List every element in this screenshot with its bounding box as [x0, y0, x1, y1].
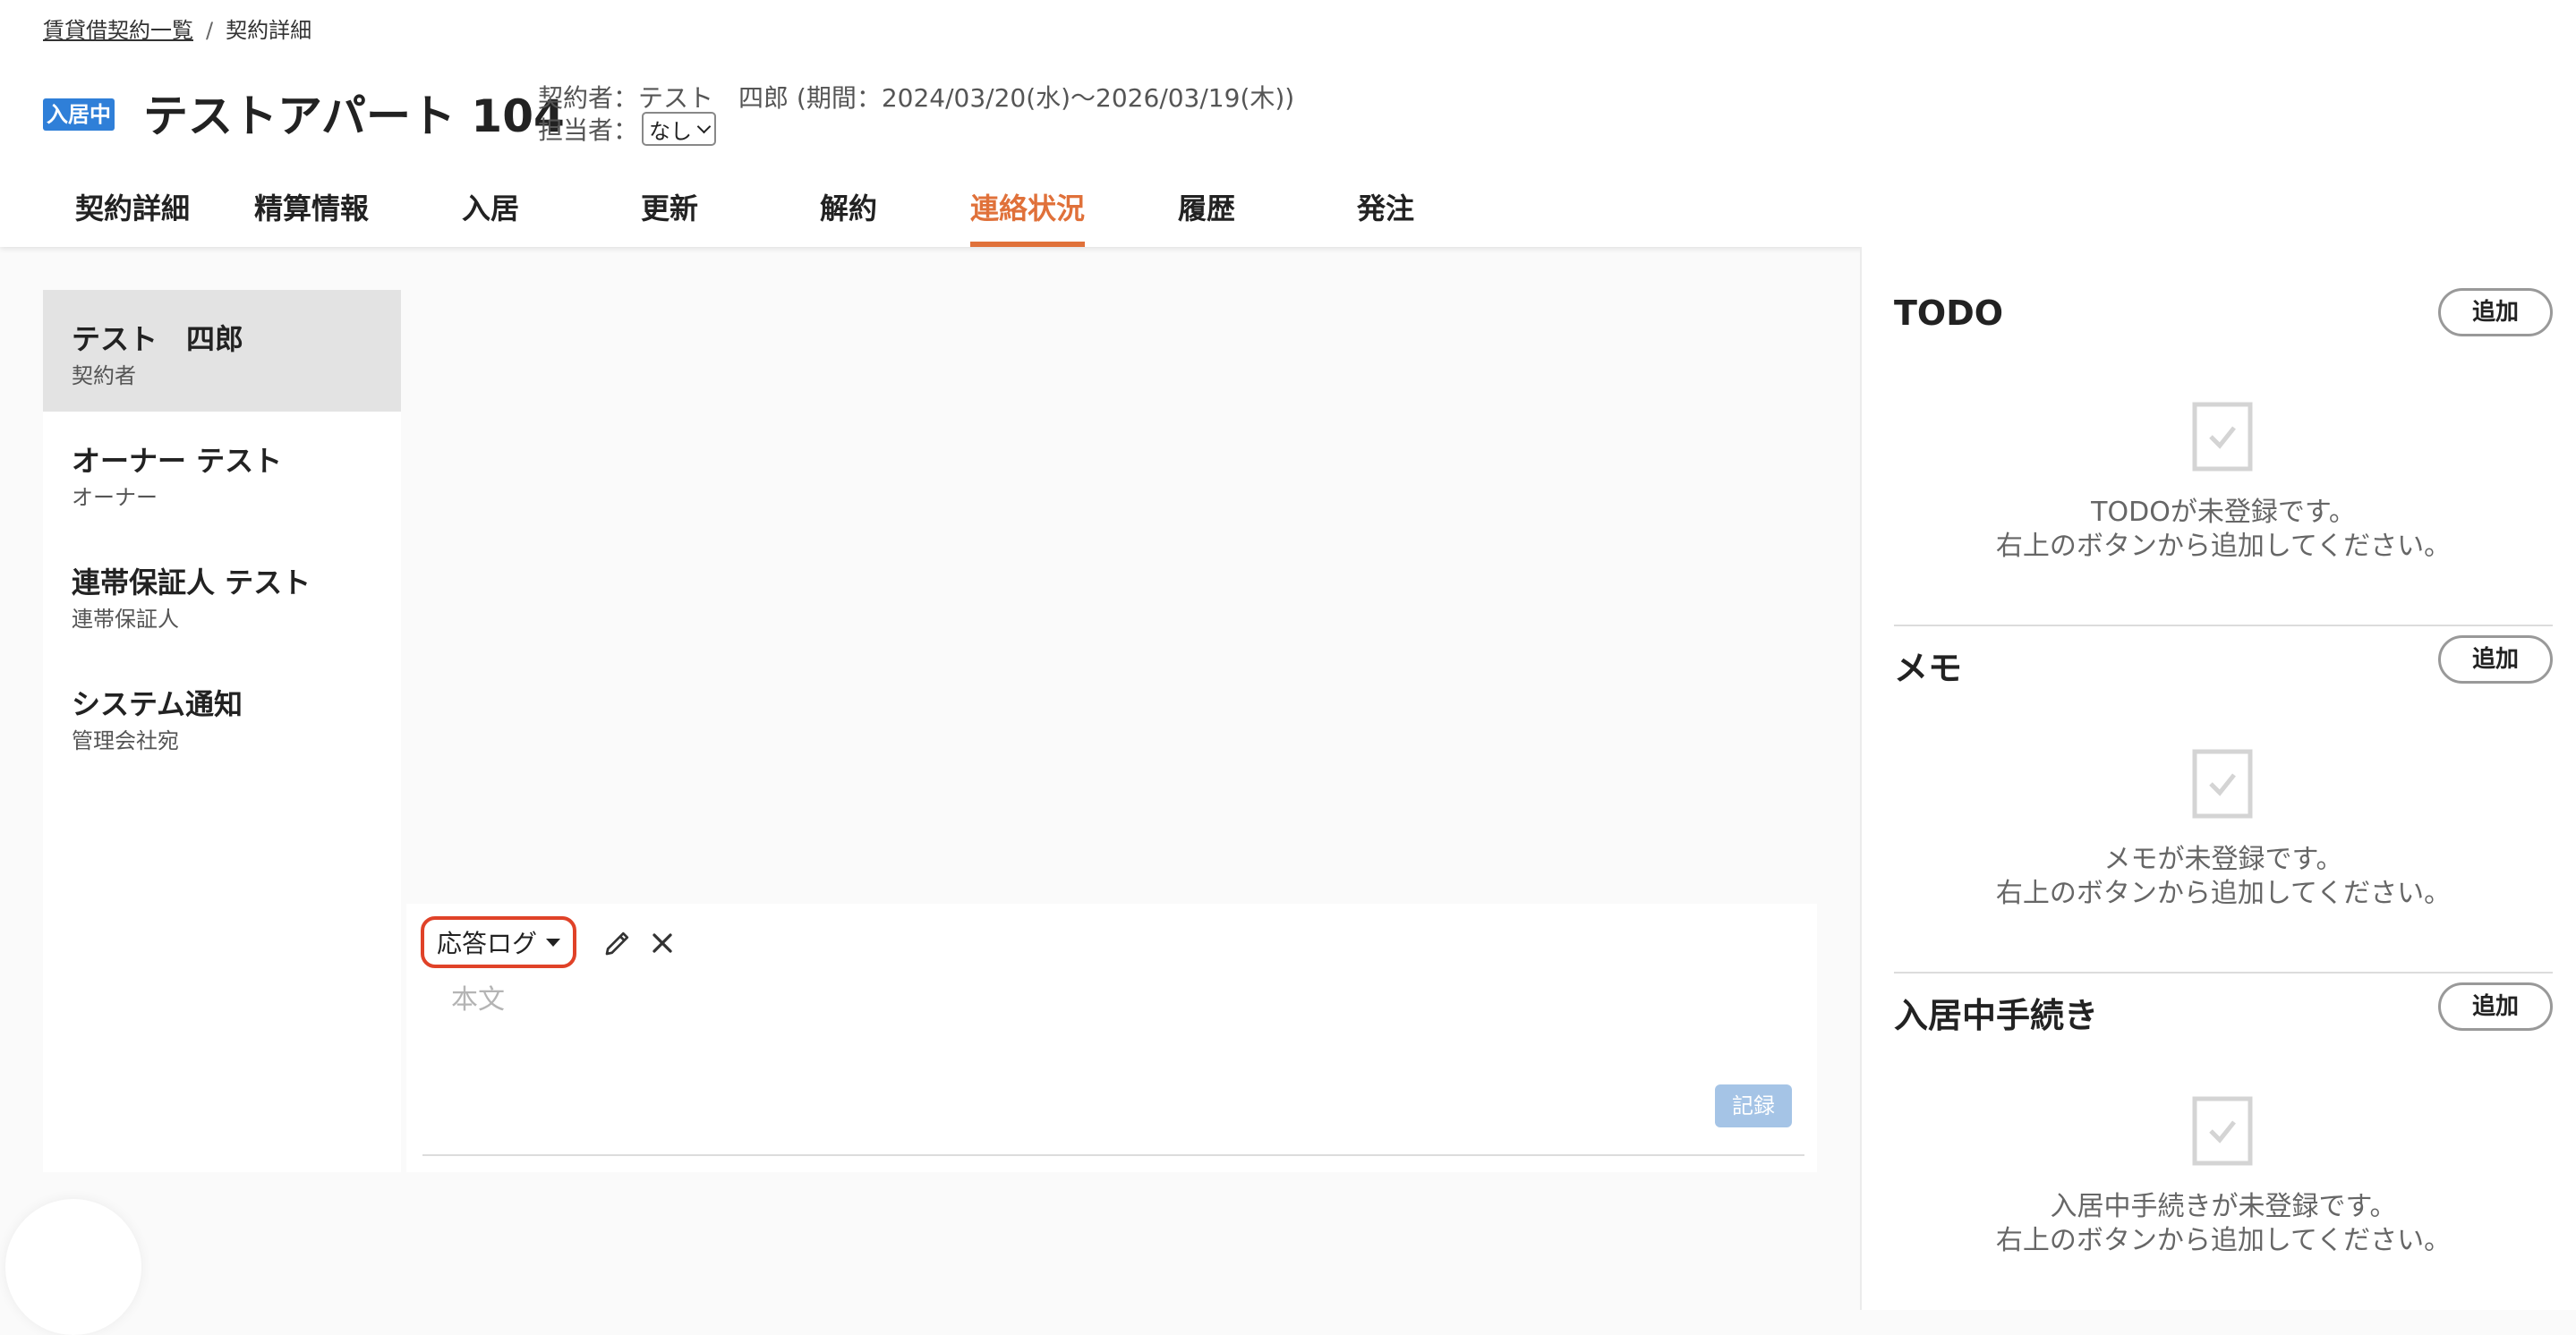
empty-message-line1: TODOが未登録です。 [2091, 497, 2356, 528]
tab-label: 入居 [461, 191, 519, 225]
status-badge: 入居中 [43, 98, 115, 131]
contact-name: システム通知 [72, 687, 243, 721]
breadcrumb-separator: / [206, 18, 214, 43]
tab-label: 契約詳細 [74, 191, 190, 225]
contact-list: テスト 四郎 契約者 オーナー テスト オーナー 連帯保証人 テスト 連帯保証人… [43, 290, 401, 1172]
section-divider [1894, 972, 2553, 974]
section-title: メモ [1894, 649, 1963, 688]
tab-orders[interactable]: 発注 [1296, 170, 1475, 247]
tab-renewal[interactable]: 更新 [580, 170, 759, 247]
assignee-select[interactable]: なし [642, 112, 717, 146]
tab-label: 発注 [1356, 191, 1414, 225]
breadcrumb-current: 契約詳細 [226, 18, 312, 43]
active-tab-indicator [970, 242, 1085, 247]
tab-contact-status[interactable]: 連絡状況 [938, 170, 1117, 247]
tab-label: 精算情報 [253, 191, 369, 225]
tab-contract-details[interactable]: 契約詳細 [43, 170, 222, 247]
close-icon[interactable] [646, 927, 678, 959]
assignee-label: 担当者： [538, 115, 639, 145]
tab-cancellation[interactable]: 解約 [759, 170, 938, 247]
contact-name: オーナー テスト [72, 444, 283, 478]
tab-label: 履歴 [1177, 191, 1235, 225]
caret-down-icon [546, 938, 560, 947]
page-header: 賃貸借契約一覧 / 契約詳細 入居中 テストアパート 104 契約者：テスト 四郎 … [0, 0, 2576, 247]
pencil-icon[interactable] [601, 927, 634, 959]
record-button[interactable]: 記録 [1715, 1084, 1792, 1127]
section-title: TODO [1894, 293, 2004, 333]
breadcrumb-contract-list-link[interactable]: 賃貸借契約一覧 [43, 18, 193, 43]
empty-message-line2: 右上のボタンから追加してください。 [1995, 1225, 2452, 1256]
message-type-label: 応答ログ [436, 929, 537, 958]
contact-name: テスト 四郎 [72, 322, 244, 356]
message-composer: 応答ログ 本文 記録 [406, 904, 1817, 1172]
add-procedure-button[interactable]: 追加 [2438, 982, 2553, 1031]
tab-label: 解約 [819, 191, 877, 225]
contact-item-owner[interactable]: オーナー テスト オーナー [43, 412, 401, 533]
message-body-input[interactable]: 本文 [451, 977, 505, 1016]
checkbox-checked-icon [2192, 402, 2253, 472]
empty-message-line2: 右上のボタンから追加してください。 [1995, 531, 2452, 562]
message-type-dropdown[interactable]: 応答ログ [421, 916, 576, 968]
breadcrumb: 賃貸借契約一覧 / 契約詳細 [43, 13, 311, 44]
contact-item-guarantor[interactable]: 連帯保証人 テスト 連帯保証人 [43, 533, 401, 655]
contact-name: 連帯保証人 テスト [72, 565, 311, 599]
add-todo-button[interactable]: 追加 [2438, 288, 2553, 336]
page-title: テストアパート 104 [143, 90, 565, 142]
tab-label: 更新 [640, 191, 698, 225]
section-title: 入居中手続き [1894, 996, 2099, 1035]
contact-item-system-notice[interactable]: システム通知 管理会社宛 [43, 655, 401, 777]
tab-label: 連絡状況 [969, 191, 1085, 225]
right-panel: TODO 追加 TODOが未登録です。 右上のボタンから追加してください。 メモ… [1860, 247, 2576, 1310]
tab-history[interactable]: 履歴 [1117, 170, 1296, 247]
checkbox-checked-icon [2192, 1096, 2253, 1166]
tab-settlement-info[interactable]: 精算情報 [222, 170, 401, 247]
assignee-value: なし [649, 118, 693, 144]
empty-message-line1: メモが未登録です。 [2103, 844, 2343, 875]
assignee-row: 担当者： なし [538, 111, 717, 147]
contact-role: オーナー [72, 485, 158, 510]
add-memo-button[interactable]: 追加 [2438, 635, 2553, 684]
section-divider [1894, 625, 2553, 626]
chevron-down-icon [696, 119, 712, 133]
empty-message-line2: 右上のボタンから追加してください。 [1995, 878, 2452, 909]
floating-action-circle[interactable] [5, 1199, 141, 1335]
divider [422, 1154, 1804, 1156]
contact-item-contractor[interactable]: テスト 四郎 契約者 [43, 290, 401, 412]
checkbox-checked-icon [2192, 749, 2253, 819]
empty-message-line1: 入居中手続きが未登録です。 [2050, 1191, 2397, 1222]
tab-move-in[interactable]: 入居 [401, 170, 580, 247]
contact-role: 連帯保証人 [72, 607, 179, 632]
contract-info: 契約者：テスト 四郎 (期間：2024/03/20(水)〜2026/03/19(… [538, 83, 1295, 113]
contact-role: 管理会社宛 [72, 728, 179, 753]
contact-role: 契約者 [72, 363, 136, 388]
